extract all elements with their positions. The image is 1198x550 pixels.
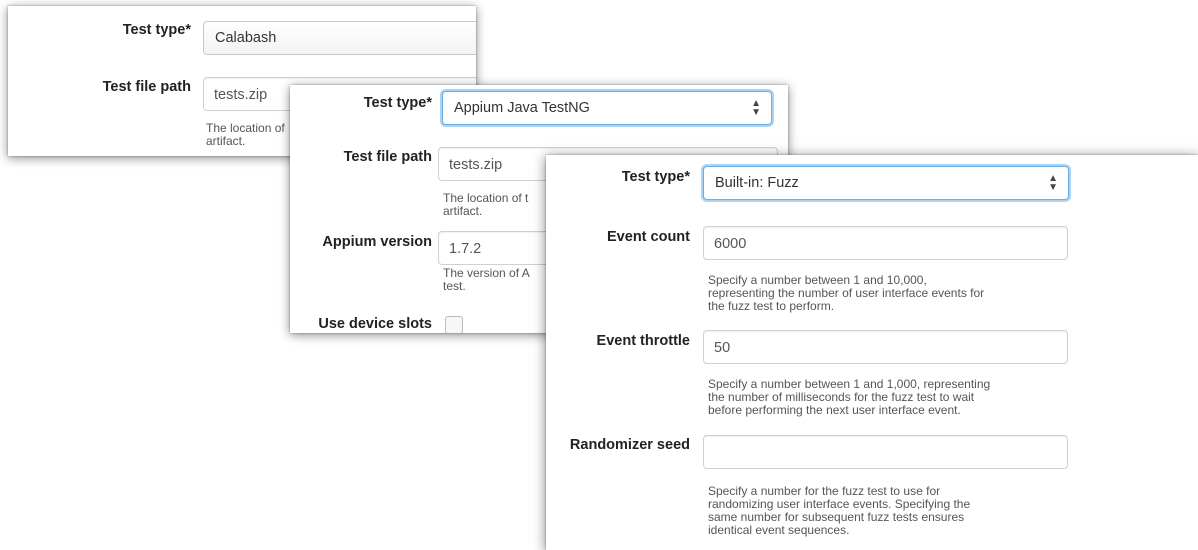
test-type-select[interactable]: Appium Java TestNG ▲ ▼ <box>442 91 772 125</box>
test-file-path-label: Test file path <box>102 79 191 95</box>
updown-caret-icon: ▲ ▼ <box>751 98 761 118</box>
test-file-path-help: The location of artifact. <box>206 121 285 148</box>
randomizer-seed-input[interactable] <box>703 435 1068 469</box>
updown-caret-icon: ▲ ▼ <box>1048 173 1058 193</box>
event-count-help: Specify a number between 1 and 10,000, r… <box>708 273 985 313</box>
test-type-label: Test type* <box>363 95 432 111</box>
test-type-value: Calabash <box>215 30 277 46</box>
test-type-select[interactable]: Calabash ▲▼ <box>203 21 476 55</box>
event-count-label: Event count <box>607 229 690 245</box>
use-device-slots-checkbox[interactable] <box>445 316 463 333</box>
test-file-path-help: The location of t artifact. <box>443 191 529 218</box>
test-type-value: Built-in: Fuzz <box>715 175 799 191</box>
event-throttle-label: Event throttle <box>596 333 690 349</box>
event-throttle-help: Specify a number between 1 and 1,000, re… <box>708 377 991 417</box>
event-count-input[interactable]: 6000 <box>703 226 1068 260</box>
test-type-label: Test type* <box>122 22 191 38</box>
appium-version-help: The version of A test. <box>443 266 530 293</box>
randomizer-seed-help: Specify a number for the fuzz test to us… <box>708 484 971 537</box>
appium-version-label: Appium version <box>322 234 432 250</box>
event-throttle-input[interactable]: 50 <box>703 330 1068 364</box>
use-device-slots-label: Use device slots <box>318 316 432 332</box>
randomizer-seed-label: Randomizer seed <box>569 437 690 453</box>
fuzz-form-panel: Test type* Built-in: Fuzz ▲ ▼ Event count… <box>546 155 1198 550</box>
test-file-path-label: Test file path <box>343 149 432 165</box>
test-type-value: Appium Java TestNG <box>454 100 590 116</box>
test-type-select[interactable]: Built-in: Fuzz ▲ ▼ <box>703 166 1069 200</box>
test-type-label: Test type* <box>621 169 690 185</box>
